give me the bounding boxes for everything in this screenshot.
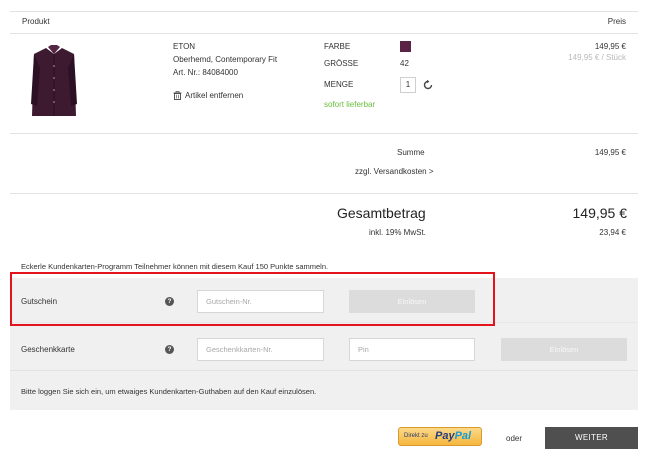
- total-label: Gesamtbetrag: [337, 205, 426, 221]
- refresh-icon[interactable]: [422, 79, 434, 91]
- giftcard-section: [10, 323, 638, 410]
- price-column-header: Preis: [607, 17, 626, 26]
- sum-label: Summe: [397, 148, 425, 157]
- or-label: oder: [506, 434, 523, 443]
- paypal-logo: PayPal: [435, 430, 471, 442]
- quantity-input[interactable]: 1: [400, 77, 416, 93]
- paypal-logo-pay: Pay: [435, 430, 455, 442]
- item-article-number: Art. Nr.: 84084000: [173, 68, 238, 77]
- highlight-box: [10, 272, 495, 326]
- item-divider: [10, 133, 638, 134]
- paypal-prefix: Direkt zu: [404, 433, 428, 439]
- item-price: 149,95 €: [594, 42, 626, 51]
- paypal-logo-pal: Pal: [454, 430, 472, 442]
- remove-item-label: Artikel entfernen: [185, 91, 244, 100]
- shipping-costs-link[interactable]: zzgl. Versandkosten >: [355, 167, 434, 176]
- total-value: 149,95 €: [572, 205, 628, 221]
- vat-label: inkl. 19% MwSt.: [369, 228, 426, 237]
- giftcard-number-input[interactable]: Geschenkkarten-Nr.: [197, 338, 324, 361]
- sum-value: 149,95 €: [594, 148, 626, 157]
- continue-button[interactable]: WEITER: [545, 427, 638, 449]
- vat-value: 23,94 €: [599, 228, 626, 237]
- product-column-header: Produkt: [22, 17, 50, 26]
- paypal-button[interactable]: Direkt zu PayPal: [398, 427, 482, 446]
- availability-status: sofort lieferbar: [324, 100, 376, 109]
- item-brand: ETON: [173, 42, 196, 51]
- top-divider: [10, 11, 638, 12]
- giftcard-label: Geschenkkarte: [21, 345, 75, 354]
- giftcard-redeem-button[interactable]: Einlösen: [501, 338, 627, 361]
- product-image[interactable]: [30, 44, 78, 120]
- quantity-label: MENGE: [324, 80, 354, 89]
- color-label: FARBE: [324, 42, 351, 51]
- remove-item-button[interactable]: Artikel entfernen: [173, 91, 243, 100]
- login-note: Bitte loggen Sie sich ein, um etwaiges K…: [21, 387, 317, 396]
- size-label: GRÖSSE: [324, 59, 359, 68]
- item-unit-price: 149,95 € / Stück: [568, 53, 626, 62]
- size-value: 42: [400, 59, 409, 68]
- item-name[interactable]: Oberhemd, Contemporary Fit: [173, 55, 277, 64]
- giftcard-help-icon[interactable]: ?: [165, 345, 174, 354]
- giftcard-divider: [10, 370, 638, 371]
- loyalty-note: Eckerle Kundenkarten-Programm Teilnehmer…: [21, 262, 329, 271]
- color-swatch: [400, 41, 411, 52]
- giftcard-pin-input[interactable]: Pin: [349, 338, 475, 361]
- trash-icon: [173, 91, 182, 100]
- header-divider: [10, 33, 638, 34]
- summary-divider: [10, 193, 638, 194]
